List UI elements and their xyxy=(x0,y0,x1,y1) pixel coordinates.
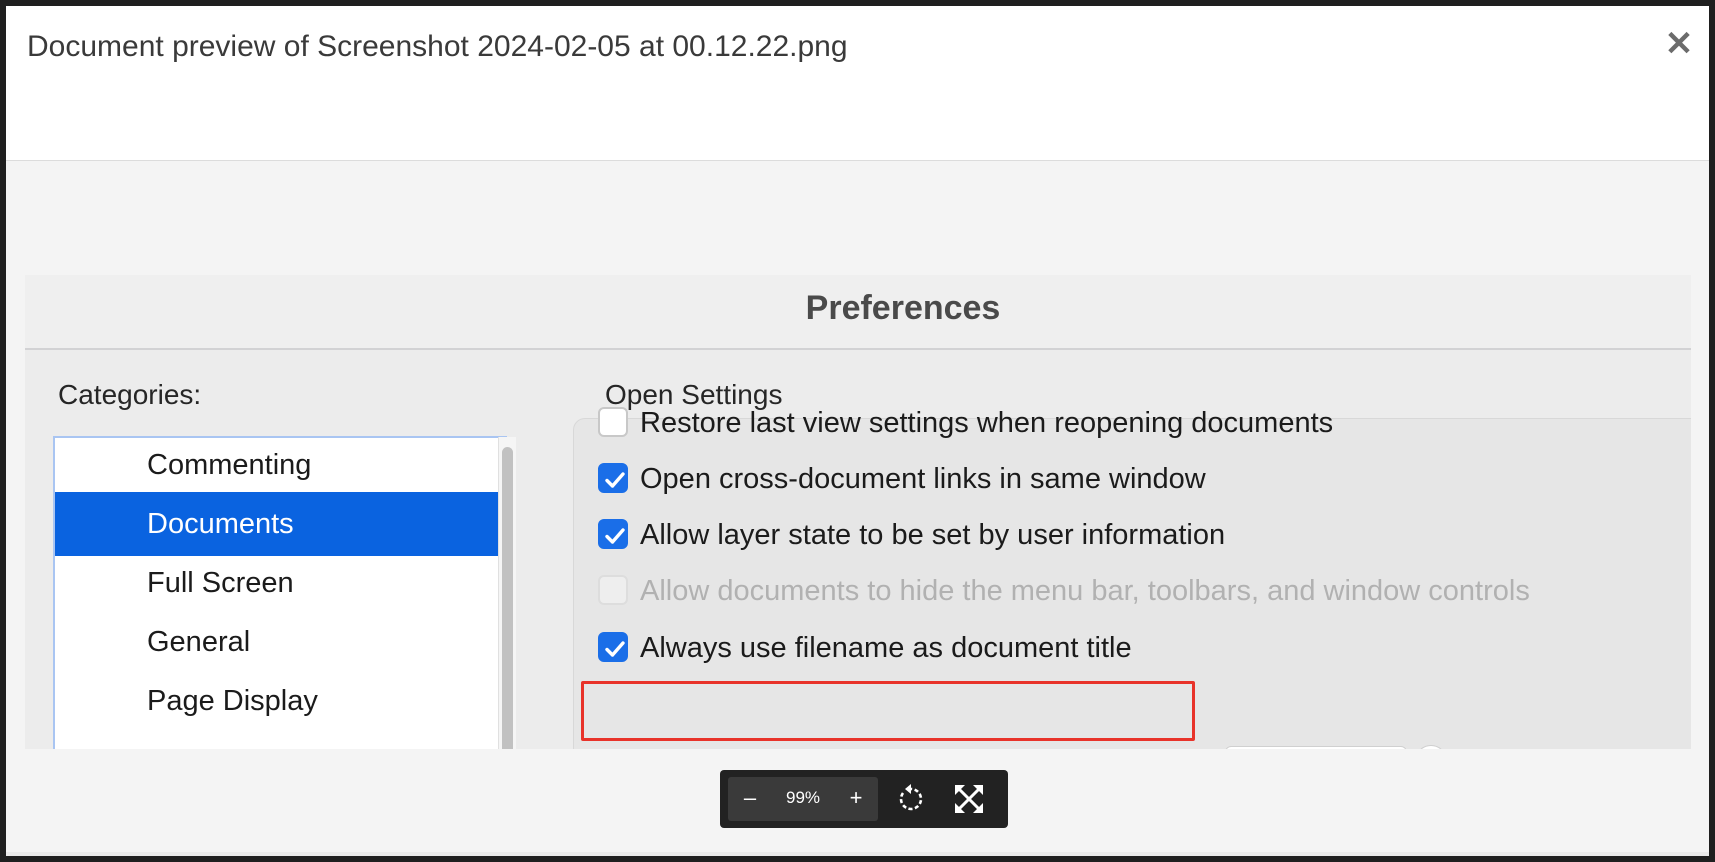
zoom-out-button[interactable]: – xyxy=(738,783,762,813)
preferences-title-bar: Preferences xyxy=(25,275,1691,350)
category-item[interactable]: Commenting xyxy=(55,433,508,497)
preferences-title: Preferences xyxy=(805,289,1001,327)
modal-header: Document preview of Screenshot 2024-02-0… xyxy=(6,6,1709,161)
bottom-strip xyxy=(6,852,1709,856)
categories-label: Categories: xyxy=(58,379,202,410)
zoom-in-button[interactable]: + xyxy=(844,783,868,813)
option-label: Allow documents to hide the menu bar, to… xyxy=(640,575,1530,607)
option-label: Always use filename as document title xyxy=(640,632,1132,664)
category-item[interactable]: General xyxy=(55,610,508,674)
check-icon xyxy=(605,528,625,544)
rotate-icon[interactable] xyxy=(894,782,928,816)
categories-scrollbar[interactable] xyxy=(498,437,516,749)
zoom-level: 99% xyxy=(785,788,821,807)
checkbox xyxy=(598,575,628,605)
fullscreen-icon[interactable] xyxy=(952,782,986,816)
zoom-toolbar: – 99% + xyxy=(720,770,1008,828)
zoom-group: – 99% + xyxy=(728,777,878,821)
categories-list: Commenting Documents Full Screen General Pag… xyxy=(53,433,508,749)
preview-image: Preferences Categories: Commenting Docume… xyxy=(25,275,1691,749)
modal-title: Document preview of Screenshot 2024-02-0… xyxy=(27,30,848,63)
checkbox[interactable] xyxy=(598,407,628,437)
category-item[interactable]: Documents xyxy=(55,492,508,556)
close-icon[interactable]: ✕ xyxy=(1663,27,1695,61)
category-item[interactable]: Full Screen xyxy=(55,551,508,615)
option-label: Allow layer state to be set by user info… xyxy=(640,519,1226,551)
option-label: Restore last view settings when reopenin… xyxy=(640,407,1334,439)
checkbox[interactable] xyxy=(598,632,628,662)
check-icon xyxy=(605,472,625,488)
highlight-box xyxy=(581,681,1195,741)
scroll-thumb[interactable] xyxy=(502,447,513,749)
check-icon xyxy=(605,641,625,657)
category-item[interactable]: Page Display xyxy=(55,669,508,733)
partial-select-field[interactable] xyxy=(1225,746,1407,749)
preview-modal: Document preview of Screenshot 2024-02-0… xyxy=(6,6,1709,856)
checkbox[interactable] xyxy=(598,519,628,549)
option-label: Open cross-document links in same window xyxy=(640,463,1206,495)
checkbox[interactable] xyxy=(598,463,628,493)
